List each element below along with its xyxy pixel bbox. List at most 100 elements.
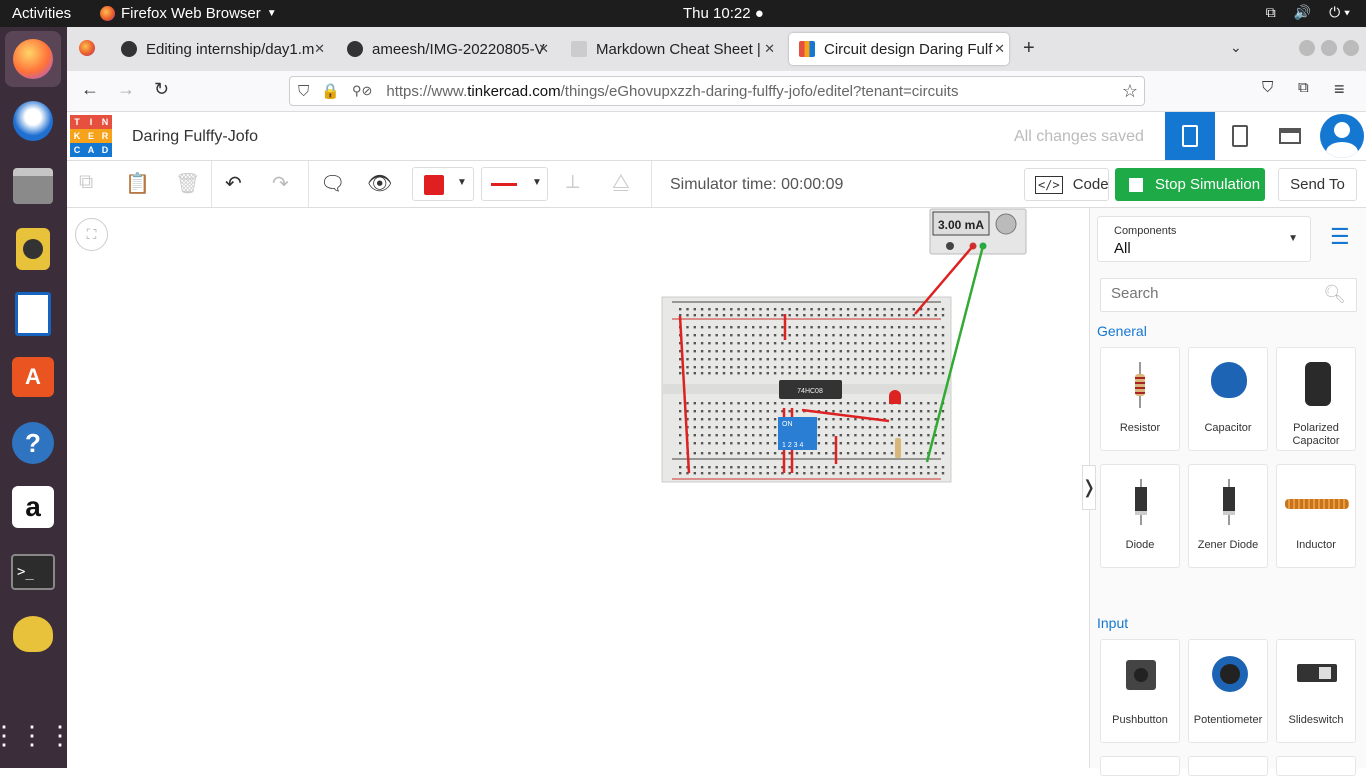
activities-button[interactable]: Activities [12,5,71,22]
teapot-dock-icon[interactable] [11,612,55,656]
workplane[interactable]: ⛶ 3.00 mA 74HC08 ON 1 2 3 4 [67,208,1089,768]
breadboard-hole [722,442,726,445]
breadboard-hole [861,442,864,445]
close-icon[interactable]: ✕ [538,41,549,57]
rhythmbox-dock-icon[interactable] [11,227,55,271]
component-diode[interactable]: Diode [1100,464,1180,568]
breadboard-hole [788,358,791,361]
stop-simulation-button[interactable]: Stop Simulation [1115,168,1265,201]
extensions-icon[interactable]: ⧉ [1298,79,1309,96]
color-picker[interactable]: ▼ [412,167,474,201]
reload-icon[interactable]: ↻ [154,79,169,100]
breadboard-hole [679,472,682,475]
components-label: Components [1114,225,1177,237]
tab-editing[interactable]: Editing internship/day1.m ✕ [111,33,329,65]
undo-icon[interactable]: ↶ [225,171,242,196]
collapse-panel-button[interactable]: ❭ [1081,465,1097,510]
thunderbird-dock-icon[interactable] [11,99,55,143]
breadboard-hole [730,442,733,445]
project-title[interactable]: Daring Fulffy-Jofo [132,128,258,146]
schematic-view-button[interactable] [1215,112,1265,160]
clock[interactable]: Thu 10:22 ● [683,5,764,22]
forward-icon[interactable]: → [117,79,135,100]
resistor[interactable] [895,438,901,458]
component-next-row[interactable] [1188,756,1268,776]
breadboard-hole [722,466,726,469]
breadboard-hole [730,402,733,405]
flip-icon[interactable]: ⧋ [612,171,630,194]
breadboard-hole [825,350,828,353]
new-tab-button[interactable]: + [1023,37,1035,60]
component-next-row[interactable] [1276,756,1356,776]
breadboard-hole [766,410,769,413]
tab-circuit-design[interactable]: Circuit design Daring Fulf ✕ [789,33,1009,65]
breadboard-hole [919,452,923,455]
close-icon[interactable]: ✕ [994,41,1005,57]
tinkercad-logo[interactable]: TINKERCAD [70,115,112,157]
notes-visibility-icon[interactable]: 👁 [367,171,392,196]
copy-icon[interactable]: ⧉ [79,171,93,194]
pocket-icon[interactable]: ⛉ [1262,79,1273,96]
circuit-view-button[interactable] [1165,112,1215,160]
permissions-icon[interactable]: ⚲⊘ [352,83,372,99]
breadboard-hole [846,442,850,445]
tab-markdown[interactable]: Markdown Cheat Sheet | ✕ [561,33,779,65]
close-window-button[interactable] [1343,40,1359,56]
breadboard-hole [876,334,879,337]
writer-dock-icon[interactable] [11,292,55,336]
delete-icon[interactable]: 🗑 [175,171,200,196]
component-inductor[interactable]: Inductor [1276,464,1356,568]
component-slideswitch[interactable]: Slideswitch [1276,639,1356,743]
menu-icon[interactable]: ≡ [1334,79,1345,100]
breadboard-hole [788,366,791,369]
breadboard-hole [868,314,872,317]
minimize-button[interactable] [1299,40,1315,56]
tab-img[interactable]: ameesh/IMG-20220805-V ✕ [337,33,553,65]
list-view-icon[interactable]: ☰ [1330,224,1350,250]
wire-type-picker[interactable]: ▼ [481,167,548,201]
component-potentiometer[interactable]: Potentiometer [1188,639,1268,743]
component-list-view-button[interactable] [1265,112,1315,160]
send-to-button[interactable]: Send To [1278,168,1357,201]
paste-icon[interactable]: 📋 [125,171,150,196]
back-icon[interactable]: ← [81,79,99,100]
firefox-dock-icon[interactable] [5,31,61,87]
component-pushbutton[interactable]: Pushbutton [1100,639,1180,743]
files-dock-icon[interactable] [11,164,55,208]
breadboard-hole [941,314,945,317]
system-tray[interactable]: ⧉ 🔊 ⏻ ▾ [1266,4,1350,21]
list-all-tabs-icon[interactable]: ⌄ [1230,39,1242,56]
component-polarized-capacitor[interactable]: Polarized Capacitor [1276,347,1356,451]
terminal-dock-icon[interactable]: >_ [11,550,55,594]
app-menu[interactable]: Firefox Web Browser ▼ [100,5,277,22]
breadboard-hole [832,434,835,437]
amazon-dock-icon[interactable]: a [11,485,55,529]
breadboard-hole [890,334,894,337]
circuit-drawing[interactable]: 3.00 mA 74HC08 ON 1 2 3 4 [67,208,1089,768]
led[interactable] [889,390,901,404]
firefox-view-icon[interactable] [79,40,95,56]
component-resistor[interactable]: Resistor [1100,347,1180,451]
components-dropdown[interactable]: Components All ▼ [1097,216,1311,262]
show-apps-icon[interactable]: ⋮⋮⋮ [0,713,73,757]
maximize-button[interactable] [1321,40,1337,56]
component-zener-diode[interactable]: Zener Diode [1188,464,1268,568]
breadboard-hole [708,466,711,469]
software-dock-icon[interactable]: A [11,355,55,399]
component-next-row[interactable] [1100,756,1180,776]
rotate-icon[interactable]: ⟂ [566,171,579,194]
close-icon[interactable]: ✕ [764,41,775,57]
code-button[interactable]: </> Code [1024,168,1109,201]
close-icon[interactable]: ✕ [314,41,325,57]
redo-icon[interactable]: ↷ [272,171,289,196]
breadboard-hole [752,326,755,329]
search-field[interactable]: 🔍︎ [1100,278,1357,312]
avatar[interactable] [1320,114,1364,158]
component-capacitor[interactable]: Capacitor [1188,347,1268,451]
bookmark-star-icon[interactable]: ☆ [1122,81,1138,102]
search-icon[interactable]: 🔍︎ [1323,284,1346,305]
url-bar[interactable]: ⛉ 🔒 ⚲⊘ https://www.tinkercad.com/things/… [289,76,1145,106]
notes-icon[interactable]: 🗨 [320,171,345,196]
help-dock-icon[interactable]: ? [11,421,55,465]
search-input[interactable] [1111,285,1311,302]
